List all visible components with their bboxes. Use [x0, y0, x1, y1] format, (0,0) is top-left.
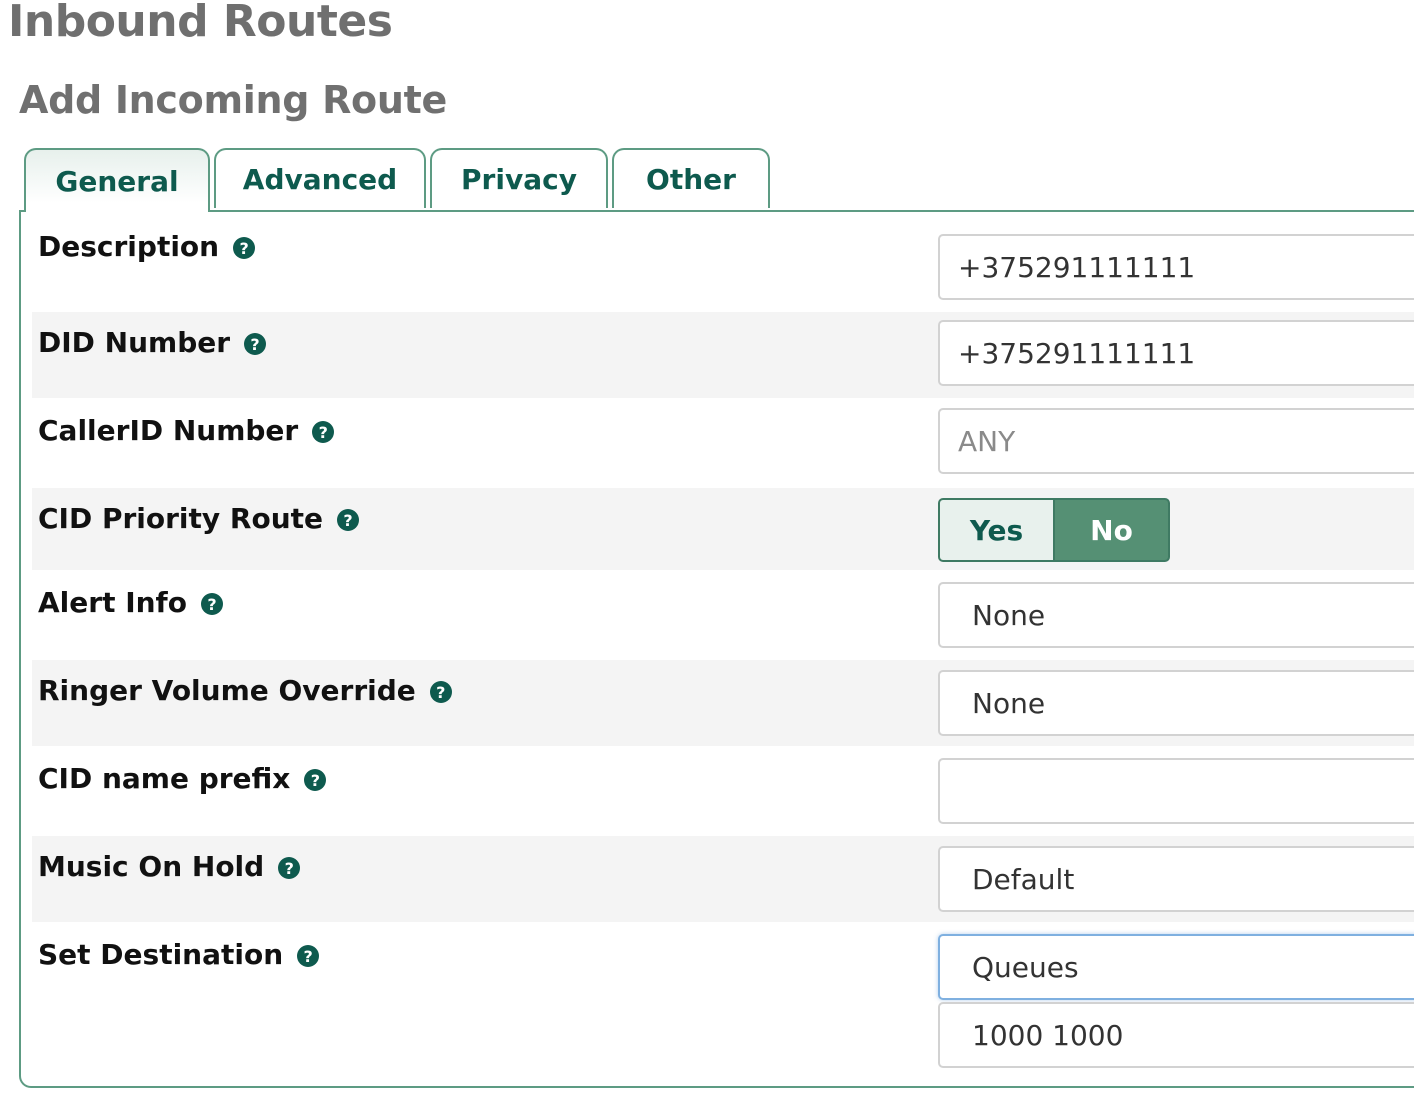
tab-other[interactable]: Other	[612, 148, 770, 208]
set-destination-row: Set Destination ? Queues 1000 1000	[32, 924, 1414, 1072]
destination-target-select[interactable]: 1000 1000	[938, 1002, 1414, 1068]
description-input[interactable]	[938, 234, 1414, 300]
music-on-hold-value: Default	[972, 862, 1075, 896]
did-number-label: DID Number ?	[38, 322, 267, 362]
tab-advanced[interactable]: Advanced	[214, 148, 426, 208]
did-number-input[interactable]	[938, 320, 1414, 386]
ringer-volume-label: Ringer Volume Override ?	[38, 670, 452, 710]
cid-priority-route-label: CID Priority Route ?	[38, 498, 360, 538]
ringer-volume-row: Ringer Volume Override ? None	[32, 660, 1414, 746]
alert-info-label-text: Alert Info	[38, 585, 187, 619]
callerid-number-label-text: CallerID Number	[38, 413, 299, 447]
cid-priority-no-button[interactable]: No	[1054, 498, 1170, 562]
tab-privacy[interactable]: Privacy	[430, 148, 608, 208]
page-title: Inbound Routes	[8, 0, 393, 47]
question-circle-icon[interactable]: ?	[429, 681, 452, 703]
ringer-volume-value: None	[972, 686, 1046, 720]
question-circle-icon[interactable]: ?	[312, 421, 335, 443]
did-number-row: DID Number ?	[32, 312, 1414, 398]
description-label: Description ?	[38, 226, 256, 266]
alert-info-value: None	[972, 598, 1046, 632]
set-destination-label-text: Set Destination	[38, 937, 284, 971]
music-on-hold-row: Music On Hold ? Default	[32, 836, 1414, 922]
cid-name-prefix-label: CID name prefix ?	[38, 758, 327, 798]
callerid-number-row: CallerID Number ?	[32, 400, 1414, 486]
music-on-hold-label-text: Music On Hold	[38, 849, 265, 883]
question-circle-icon[interactable]: ?	[304, 769, 327, 791]
question-circle-icon[interactable]: ?	[244, 333, 267, 355]
tab-general[interactable]: General	[24, 148, 210, 212]
cid-name-prefix-input[interactable]	[938, 758, 1414, 824]
question-circle-icon[interactable]: ?	[297, 945, 320, 967]
callerid-number-input[interactable]	[938, 408, 1414, 474]
description-label-text: Description	[38, 229, 220, 263]
question-circle-icon[interactable]: ?	[200, 593, 223, 615]
alert-info-label: Alert Info ?	[38, 582, 223, 622]
music-on-hold-select[interactable]: Default	[938, 846, 1414, 912]
question-circle-icon[interactable]: ?	[233, 237, 256, 259]
cid-priority-yes-button[interactable]: Yes	[938, 498, 1054, 562]
cid-priority-route-row: CID Priority Route ? Yes No	[32, 488, 1414, 570]
question-circle-icon[interactable]: ?	[337, 509, 360, 531]
cid-name-prefix-row: CID name prefix ?	[32, 748, 1414, 834]
destination-category-select[interactable]: Queues	[938, 934, 1414, 1000]
description-row: Description ?	[32, 226, 1414, 310]
cid-priority-route-label-text: CID Priority Route	[38, 501, 324, 535]
cid-name-prefix-label-text: CID name prefix	[38, 761, 291, 795]
destination-category-value: Queues	[972, 950, 1079, 984]
general-tab-panel: Description ? DID Number ? CallerID Numb…	[19, 210, 1414, 1088]
destination-target-value: 1000 1000	[972, 1018, 1124, 1052]
alert-info-select[interactable]: None	[938, 582, 1414, 648]
set-destination-label: Set Destination ?	[38, 934, 320, 974]
alert-info-row: Alert Info ? None	[32, 572, 1414, 658]
cid-priority-toggle: Yes No	[938, 498, 1170, 562]
ringer-volume-label-text: Ringer Volume Override	[38, 673, 416, 707]
form-title: Add Incoming Route	[19, 78, 447, 122]
did-number-label-text: DID Number	[38, 325, 231, 359]
music-on-hold-label: Music On Hold ?	[38, 846, 301, 886]
callerid-number-label: CallerID Number ?	[38, 410, 335, 450]
question-circle-icon[interactable]: ?	[278, 857, 301, 879]
ringer-volume-select[interactable]: None	[938, 670, 1414, 736]
